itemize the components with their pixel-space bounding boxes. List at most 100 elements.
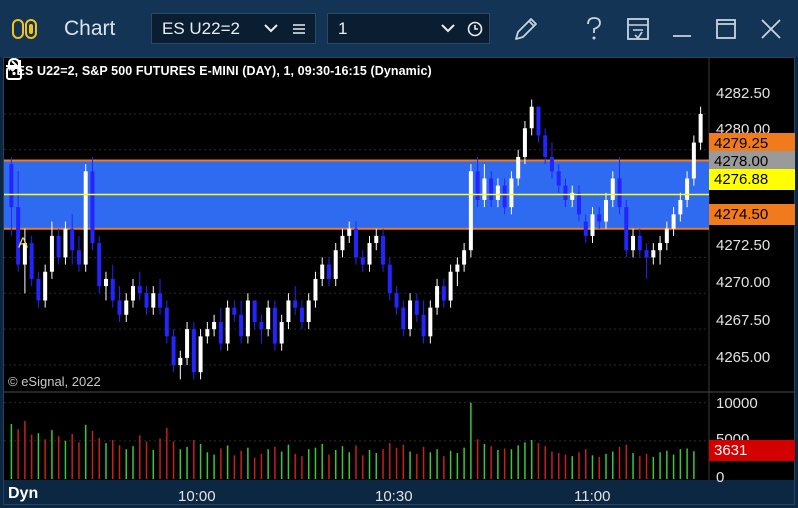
close-icon[interactable] xyxy=(755,13,787,45)
clock-icon[interactable] xyxy=(467,21,483,37)
candle-body xyxy=(279,321,284,344)
level-price-tag: 4276.88 xyxy=(709,169,795,190)
candle-body xyxy=(333,250,338,279)
candle-body xyxy=(698,113,703,143)
maximize-icon[interactable] xyxy=(710,13,742,45)
candle-body xyxy=(624,207,629,251)
candle-body xyxy=(266,307,271,330)
candle-body xyxy=(617,178,622,208)
menu-icon[interactable] xyxy=(292,22,306,36)
chevron-down-icon[interactable] xyxy=(441,23,455,33)
candle-body xyxy=(502,185,507,208)
time-axis-label: 10:30 xyxy=(375,488,413,505)
candle-body xyxy=(462,250,467,265)
candle-body xyxy=(421,314,426,337)
candle-body xyxy=(232,307,237,315)
price-axis-label: 4272.50 xyxy=(716,237,771,254)
candle-body xyxy=(286,300,291,322)
candle-body xyxy=(354,228,358,258)
candle-body xyxy=(272,307,277,344)
candle-body xyxy=(185,329,190,358)
candle-body xyxy=(56,235,61,258)
interval-selector[interactable]: 1 xyxy=(327,13,490,44)
candle-body xyxy=(239,314,244,337)
candle-body xyxy=(313,278,318,301)
candle-body xyxy=(70,228,75,251)
candle-body xyxy=(529,106,534,129)
candle-body xyxy=(563,185,568,200)
candle-body xyxy=(293,300,298,308)
candle-body xyxy=(475,171,480,200)
symbol-selector[interactable]: ES U22=2 xyxy=(151,13,316,44)
candle-body xyxy=(151,293,156,308)
candle-body xyxy=(408,300,413,330)
candle-body xyxy=(9,164,14,208)
candle-body xyxy=(583,221,588,236)
candle-body xyxy=(597,214,602,222)
pencil-icon[interactable] xyxy=(510,13,542,45)
candle-body xyxy=(644,250,649,258)
candle-body xyxy=(387,264,392,294)
candle-body xyxy=(49,235,54,272)
candle-body xyxy=(489,178,494,200)
annotation-marker-label: A xyxy=(18,234,28,251)
candle-body xyxy=(178,357,183,366)
candle-body xyxy=(306,300,311,322)
candle-body xyxy=(556,171,561,186)
candle-body xyxy=(637,235,642,251)
candle-body xyxy=(83,171,88,265)
candle-body xyxy=(326,264,331,279)
candle-body xyxy=(536,106,541,136)
candle-body xyxy=(164,307,169,337)
candle-body xyxy=(117,300,122,315)
zone-bottom-price-tag: 4274.50 xyxy=(709,204,795,225)
candle-body xyxy=(428,307,433,337)
candle-body xyxy=(205,329,210,337)
candle-body xyxy=(691,142,696,179)
candle-body xyxy=(543,135,548,157)
price-axis-label: 4282.50 xyxy=(716,85,771,102)
candle-body xyxy=(651,250,656,258)
time-axis-label: 11:00 xyxy=(574,488,611,505)
candle-body xyxy=(137,286,142,294)
candle-body xyxy=(171,336,176,366)
window-title-bar: Chart ES U22=2 1 xyxy=(0,0,798,57)
price-axis-label: 4265.00 xyxy=(716,349,771,366)
candle-body xyxy=(631,235,636,251)
price-axis-label: 4267.50 xyxy=(716,312,771,329)
candle-body xyxy=(394,293,399,308)
template-icon[interactable] xyxy=(622,13,654,45)
candle-body xyxy=(225,307,230,344)
price-chart-svg[interactable]: A xyxy=(4,58,794,504)
time-axis-label: 10:00 xyxy=(178,488,216,505)
candle-body xyxy=(664,228,669,244)
candle-body xyxy=(576,192,581,215)
candle-body xyxy=(610,178,615,200)
candle-body xyxy=(212,321,217,330)
candle-body xyxy=(448,271,453,301)
lock-icon[interactable] xyxy=(4,58,24,80)
chevron-down-icon[interactable] xyxy=(264,23,278,33)
chart-panel[interactable]: A * ES U22=2, S&P 500 FUTURES E-MINI (DA… xyxy=(3,57,795,505)
candle-body xyxy=(218,321,223,344)
volume-axis-label: 0 xyxy=(716,469,725,486)
candle-body xyxy=(97,243,102,287)
candle-body xyxy=(516,156,521,179)
candle-body xyxy=(90,171,95,244)
candle-body xyxy=(320,264,325,279)
candle-body xyxy=(360,257,365,265)
candle-body xyxy=(29,243,34,279)
candle-body xyxy=(144,293,149,308)
candle-body xyxy=(482,178,487,200)
dynamic-mode-button[interactable]: Dyn xyxy=(8,485,38,503)
candle-body xyxy=(435,286,440,308)
minimize-icon[interactable] xyxy=(666,13,698,45)
candle-body xyxy=(43,271,48,301)
current-volume-tag: 3631 xyxy=(709,440,795,461)
help-icon[interactable] xyxy=(578,13,610,45)
candle-body xyxy=(245,300,250,337)
symbol-value: ES U22=2 xyxy=(162,19,240,38)
candle-body xyxy=(495,185,500,200)
copyright-label: © eSignal, 2022 xyxy=(8,374,101,389)
volume-axis-label: 10000 xyxy=(716,395,758,412)
